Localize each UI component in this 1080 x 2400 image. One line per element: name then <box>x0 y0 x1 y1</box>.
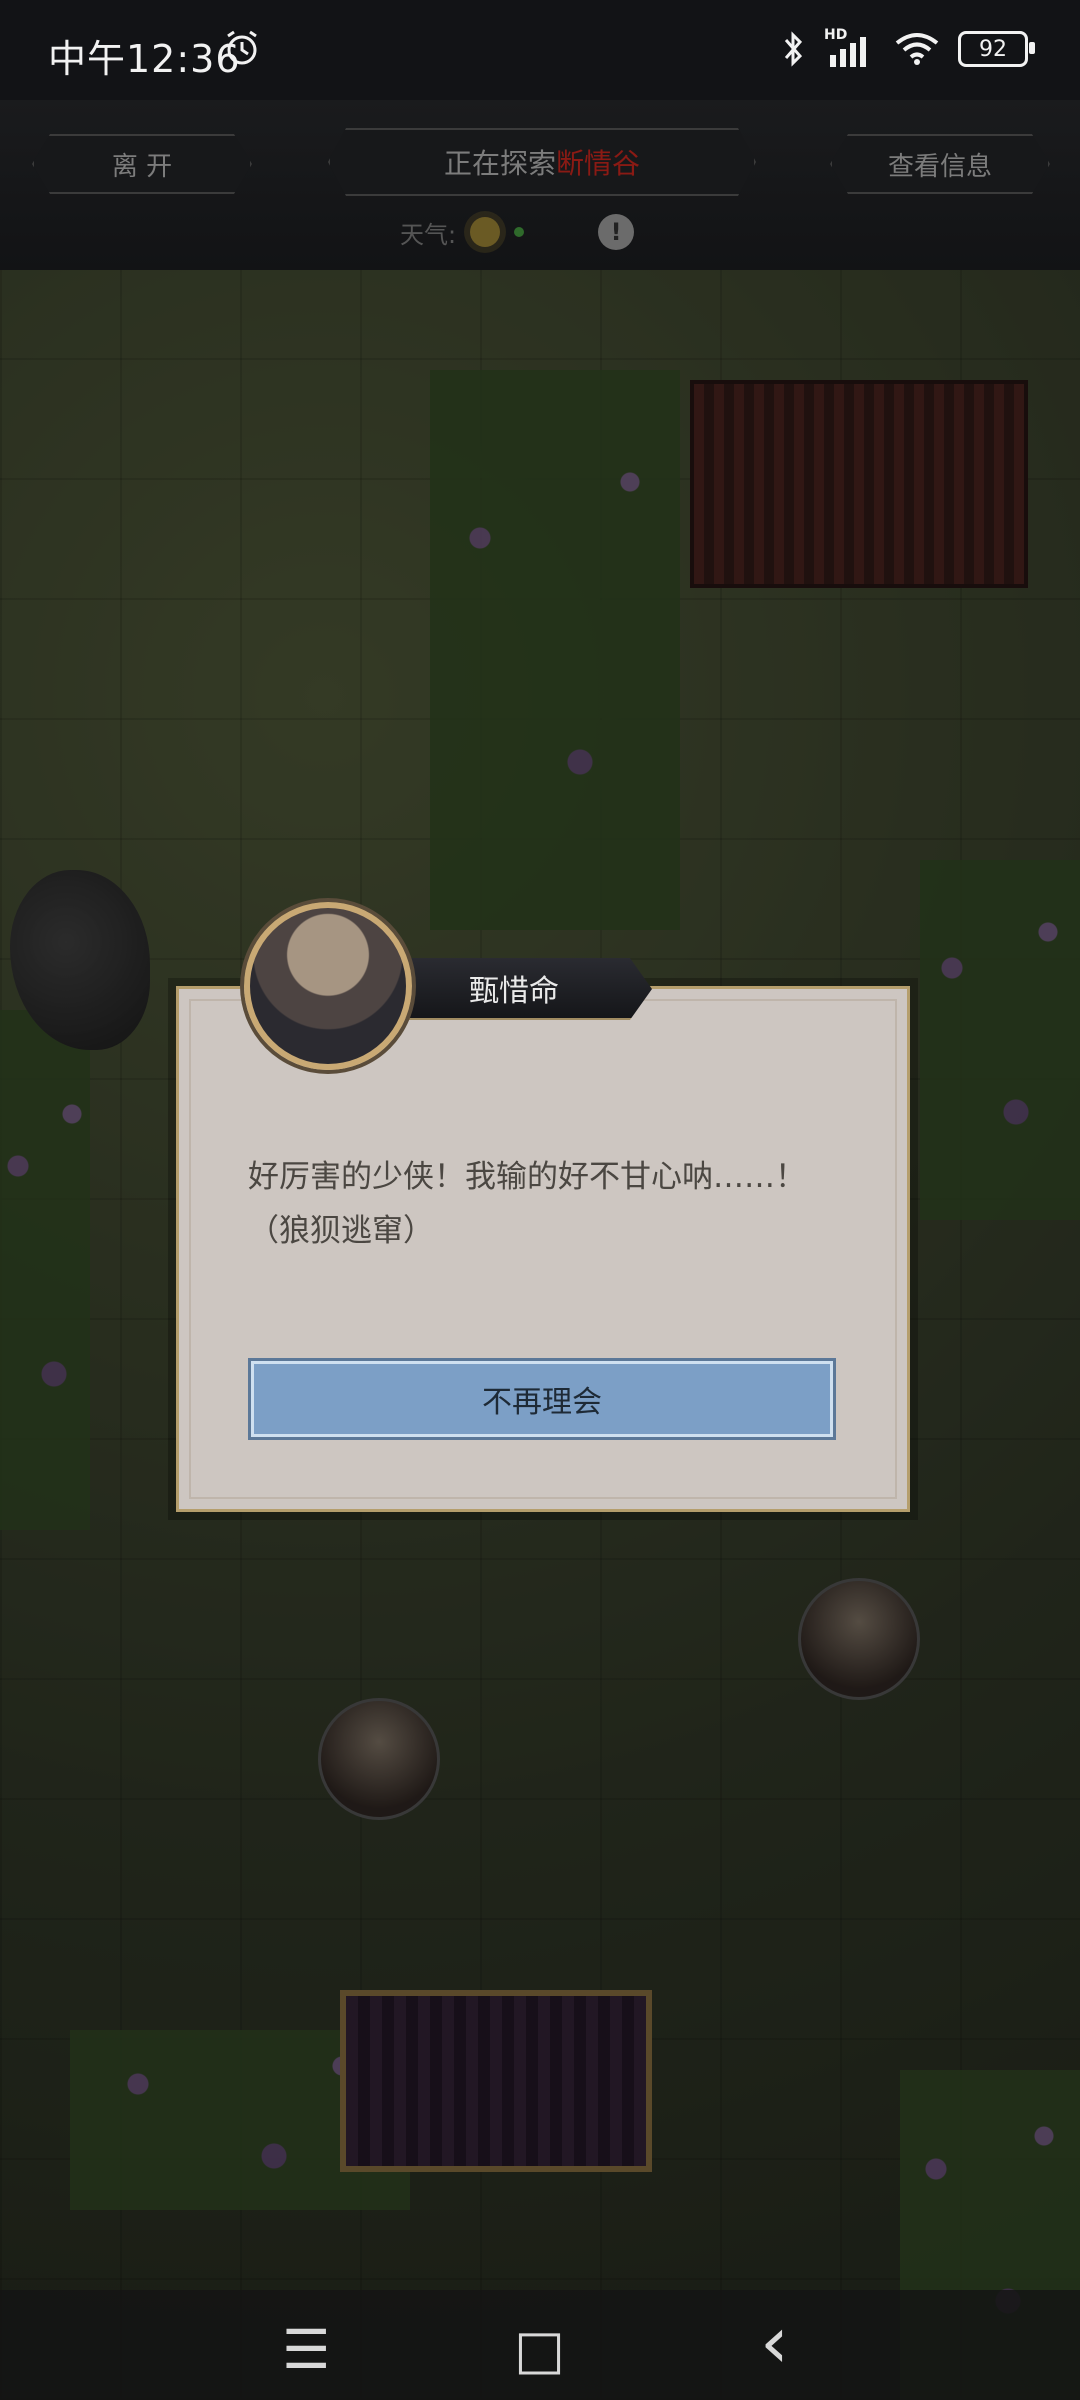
speaker-avatar <box>244 902 412 1070</box>
network-type-label: HD <box>824 27 848 43</box>
signal-icon: HD <box>824 27 876 67</box>
ignore-button[interactable]: 不再理会 <box>248 1358 836 1440</box>
view-info-button[interactable]: 查看信息 <box>830 134 1050 194</box>
system-nav-bar: ☰ □ ‹ <box>0 2290 1080 2400</box>
weather-label: 天气: <box>400 220 457 249</box>
speaker-nameplate: 甄惜命 <box>376 958 652 1020</box>
menu-icon[interactable]: ☰ <box>282 2318 330 2381</box>
speaker-name: 甄惜命 <box>469 974 559 1009</box>
dialog-text: 好厉害的少侠！我输的好不甘心呐……！ （狼狈逃窜） <box>248 1150 848 1258</box>
weather-dot-icon <box>514 227 525 237</box>
bluetooth-icon <box>784 31 803 67</box>
leave-button-label: 离 开 <box>111 151 173 182</box>
dialog-line: 好厉害的少侠！我输的好不甘心呐……！ <box>248 1159 806 1195</box>
leave-button[interactable]: 离 开 <box>32 134 252 194</box>
exploring-prefix: 正在探索 <box>443 147 556 180</box>
weather-indicator: 天气: ! <box>400 214 635 250</box>
status-time: 中午12:36 <box>48 37 241 81</box>
dialog-line: （狼狈逃窜） <box>248 1213 434 1249</box>
battery-indicator: 92 <box>958 31 1035 67</box>
exploring-banner: 正在探索 断情谷 <box>328 128 756 196</box>
location-name: 断情谷 <box>556 147 641 180</box>
view-info-label: 查看信息 <box>887 151 992 182</box>
info-icon[interactable]: ! <box>598 214 635 250</box>
wifi-icon <box>895 33 939 65</box>
status-bar: 中午12:36 HD 92 <box>0 0 1080 100</box>
back-icon[interactable]: ‹ <box>760 2300 789 2384</box>
ignore-button-label: 不再理会 <box>482 1385 602 1420</box>
sun-icon <box>470 217 501 247</box>
home-icon[interactable]: □ <box>514 2318 565 2381</box>
alarm-icon <box>227 30 257 65</box>
status-icons: HD 92 <box>782 27 1035 68</box>
